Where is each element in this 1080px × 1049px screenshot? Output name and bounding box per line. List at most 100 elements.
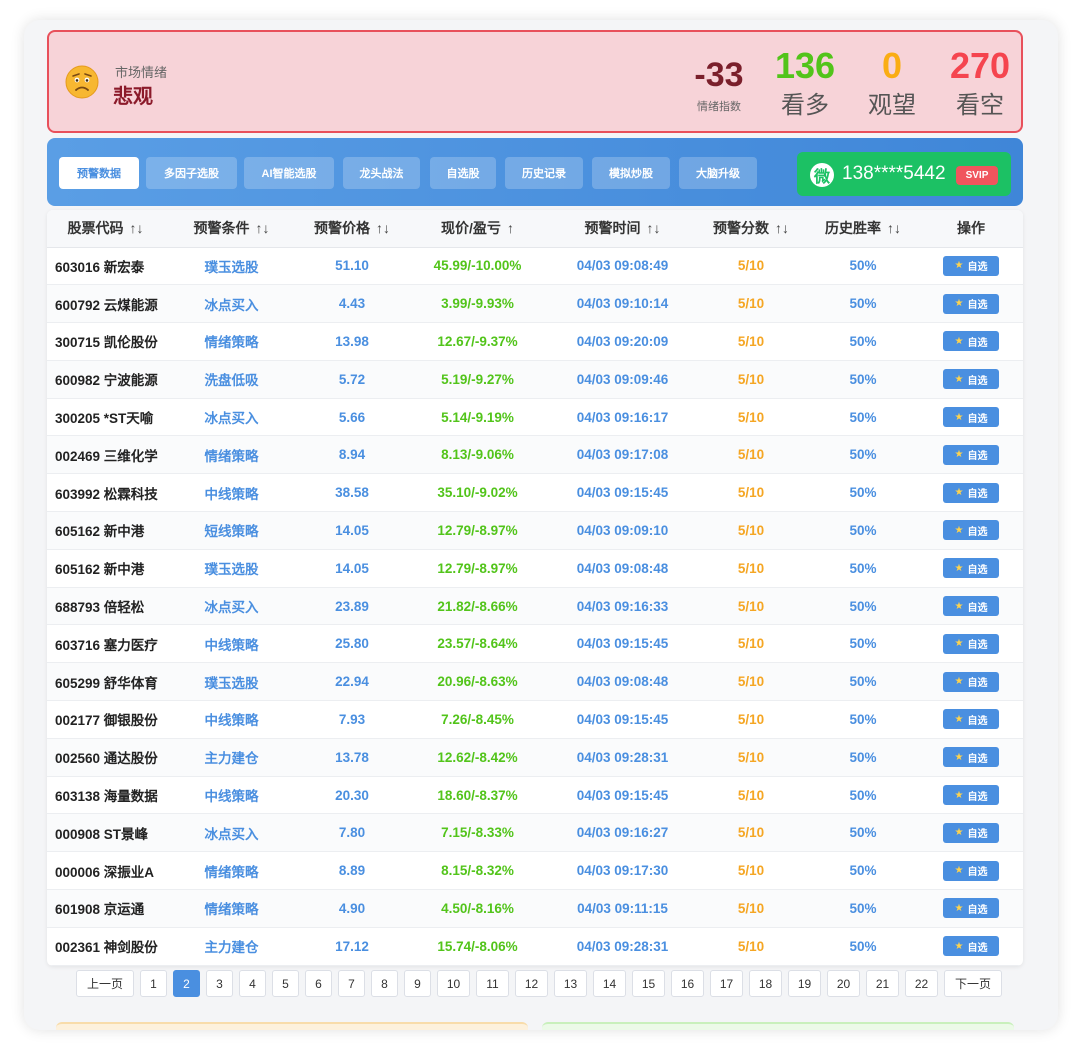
add-to-watchlist-button[interactable]: ★ 自选 (943, 369, 999, 390)
add-to-watchlist-button[interactable]: ★ 自选 (943, 255, 999, 276)
tab-alert-data[interactable]: 预警数据 (59, 157, 139, 189)
add-to-watchlist-button[interactable]: ★ 自选 (943, 520, 999, 541)
page-button[interactable]: 3 (206, 970, 233, 997)
add-to-watchlist-button[interactable]: ★ 自选 (943, 898, 999, 919)
tab-history[interactable]: 历史记录 (505, 157, 583, 189)
sort-icon[interactable]: ↑↓ (887, 220, 901, 236)
page-button[interactable]: 20 (827, 970, 860, 997)
alert-condition-link[interactable]: 短线策略 (164, 511, 299, 550)
header-current-pnl[interactable]: 现价/盈亏 ↑ (405, 210, 550, 248)
page-button[interactable]: 2 (173, 970, 200, 997)
page-button[interactable]: 18 (749, 970, 782, 997)
page-button[interactable]: 12 (515, 970, 548, 997)
alert-condition-link[interactable]: 冰点买入 (164, 398, 299, 437)
alert-condition-link[interactable]: 情绪策略 (164, 889, 299, 928)
page-button[interactable]: 16 (671, 970, 704, 997)
stock-code-cell[interactable]: 002469 三维化学 (47, 435, 164, 475)
page-button[interactable]: 13 (554, 970, 587, 997)
sort-icon[interactable]: ↑↓ (256, 220, 270, 236)
stock-code-cell[interactable]: 002177 御银股份 (47, 700, 164, 739)
stock-code-cell[interactable]: 603138 海量数据 (47, 776, 164, 815)
alert-condition-link[interactable]: 情绪策略 (164, 322, 299, 361)
tab-watchlist[interactable]: 自选股 (430, 157, 496, 189)
alert-condition-link[interactable]: 中线策略 (164, 700, 299, 739)
page-button[interactable]: 9 (404, 970, 431, 997)
alert-condition-link[interactable]: 璞玉选股 (164, 662, 299, 702)
add-to-watchlist-button[interactable]: ★ 自选 (943, 633, 999, 654)
sort-icon[interactable]: ↑↓ (130, 220, 144, 236)
sort-icon[interactable]: ↑↓ (376, 220, 390, 236)
stock-code-cell[interactable]: 688793 倍轻松 (47, 587, 164, 626)
add-to-watchlist-button[interactable]: ★ 自选 (943, 558, 999, 579)
stock-code-cell[interactable]: 002361 神剑股份 (47, 927, 164, 966)
stock-code-cell[interactable]: 600792 云煤能源 (47, 284, 164, 324)
alert-condition-link[interactable]: 冰点买入 (164, 587, 299, 626)
sort-asc-icon[interactable]: ↑ (507, 220, 514, 236)
stock-code-cell[interactable]: 600982 宁波能源 (47, 360, 164, 399)
add-to-watchlist-button[interactable]: ★ 自选 (943, 482, 999, 503)
alert-condition-link[interactable]: 主力建仓 (164, 927, 299, 966)
header-alert-time[interactable]: 预警时间 ↑↓ (550, 210, 695, 248)
page-button[interactable]: 8 (371, 970, 398, 997)
page-button[interactable]: 22 (905, 970, 938, 997)
page-button[interactable]: 15 (632, 970, 665, 997)
stock-code-cell[interactable]: 603992 松霖科技 (47, 473, 164, 513)
header-stock-code[interactable]: 股票代码 ↑↓ (47, 210, 164, 248)
tab-ai-selection[interactable]: AI智能选股 (244, 157, 334, 189)
alert-condition-link[interactable]: 冰点买入 (164, 813, 299, 853)
alert-condition-link[interactable]: 情绪策略 (164, 851, 299, 891)
page-button[interactable]: 21 (866, 970, 899, 997)
page-button[interactable]: 11 (476, 970, 509, 997)
add-to-watchlist-button[interactable]: ★ 自选 (943, 709, 999, 730)
stock-code-cell[interactable]: 605162 新中港 (47, 549, 164, 588)
add-to-watchlist-button[interactable]: ★ 自选 (943, 407, 999, 428)
tab-multi-factor[interactable]: 多因子选股 (146, 157, 237, 189)
add-to-watchlist-button[interactable]: ★ 自选 (943, 747, 999, 768)
add-to-watchlist-button[interactable]: ★ 自选 (943, 785, 999, 806)
stock-code-cell[interactable]: 300715 凯伦股份 (47, 322, 164, 361)
stock-code-cell[interactable]: 603716 塞力医疗 (47, 624, 164, 664)
add-to-watchlist-button[interactable]: ★ 自选 (943, 671, 999, 692)
add-to-watchlist-button[interactable]: ★ 自选 (943, 293, 999, 314)
sort-icon[interactable]: ↑↓ (647, 220, 661, 236)
alert-condition-link[interactable]: 主力建仓 (164, 738, 299, 777)
stock-code-cell[interactable]: 300205 *ST天喻 (47, 398, 164, 437)
page-button[interactable]: 4 (239, 970, 266, 997)
header-alert-condition[interactable]: 预警条件 ↑↓ (164, 210, 299, 248)
page-button[interactable]: 10 (437, 970, 470, 997)
add-to-watchlist-button[interactable]: ★ 自选 (943, 860, 999, 881)
add-to-watchlist-button[interactable]: ★ 自选 (943, 331, 999, 352)
alert-condition-link[interactable]: 中线策略 (164, 473, 299, 513)
tab-leader-strategy[interactable]: 龙头战法 (343, 157, 420, 189)
page-button[interactable]: 1 (140, 970, 167, 997)
page-button[interactable]: 6 (305, 970, 332, 997)
alert-condition-link[interactable]: 情绪策略 (164, 435, 299, 475)
add-to-watchlist-button[interactable]: ★ 自选 (943, 822, 999, 843)
alert-condition-link[interactable]: 中线策略 (164, 776, 299, 815)
alert-condition-link[interactable]: 冰点买入 (164, 284, 299, 324)
header-alert-score[interactable]: 预警分数 ↑↓ (695, 210, 807, 248)
page-button[interactable]: 7 (338, 970, 365, 997)
page-button[interactable]: 5 (272, 970, 299, 997)
prev-page-button[interactable]: 上一页 (76, 970, 134, 997)
sort-icon[interactable]: ↑↓ (775, 220, 789, 236)
add-to-watchlist-button[interactable]: ★ 自选 (943, 444, 999, 465)
stock-code-cell[interactable]: 000006 深振业A (47, 851, 164, 891)
stock-code-cell[interactable]: 002560 通达股份 (47, 738, 164, 777)
stock-code-cell[interactable]: 603016 新宏泰 (47, 247, 164, 286)
add-to-watchlist-button[interactable]: ★ 自选 (943, 936, 999, 957)
alert-condition-link[interactable]: 璞玉选股 (164, 247, 299, 286)
user-account[interactable]: 微 138****5442 SVIP (797, 152, 1011, 196)
add-to-watchlist-button[interactable]: ★ 自选 (943, 596, 999, 617)
alert-condition-link[interactable]: 璞玉选股 (164, 549, 299, 588)
stock-code-cell[interactable]: 000908 ST景峰 (47, 813, 164, 853)
page-button[interactable]: 19 (788, 970, 821, 997)
header-alert-price[interactable]: 预警价格 ↑↓ (299, 210, 405, 248)
next-page-button[interactable]: 下一页 (944, 970, 1002, 997)
stock-code-cell[interactable]: 605299 舒华体育 (47, 662, 164, 702)
tab-simulated-trading[interactable]: 模拟炒股 (592, 157, 670, 189)
stock-code-cell[interactable]: 605162 新中港 (47, 511, 164, 550)
stock-code-cell[interactable]: 601908 京运通 (47, 889, 164, 928)
page-button[interactable]: 14 (593, 970, 626, 997)
alert-condition-link[interactable]: 洗盘低吸 (164, 360, 299, 399)
